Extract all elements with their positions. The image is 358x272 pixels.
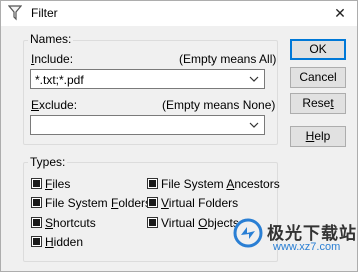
names-group-legend: Names:	[28, 32, 74, 46]
hidden-checkbox[interactable]	[31, 236, 42, 247]
shortcuts-checkbox[interactable]	[31, 217, 42, 228]
watermark-url: www.xz7.com	[273, 241, 341, 253]
chevron-down-icon[interactable]	[248, 119, 260, 131]
file-system-ancestors-label[interactable]: File System Ancestors	[161, 177, 280, 191]
file-system-folders-checkbox[interactable]	[31, 197, 42, 208]
file-system-ancestors-checkbox[interactable]	[147, 178, 158, 189]
watermark-logo-icon	[233, 218, 263, 248]
reset-button[interactable]: Reset	[290, 93, 346, 114]
exclude-combobox[interactable]	[30, 115, 265, 135]
file-system-folders-label[interactable]: File System Folders	[45, 196, 151, 210]
virtual-folders-label[interactable]: Virtual Folders	[161, 196, 238, 210]
ok-button[interactable]: OK	[290, 39, 346, 60]
include-combobox[interactable]: *.txt;*.pdf	[30, 69, 265, 89]
filter-dialog: Filter ✕ Names: Include: (Empty means Al…	[0, 0, 358, 272]
include-label: Include:	[31, 52, 74, 66]
virtual-folders-checkbox[interactable]	[147, 197, 158, 208]
title-bar[interactable]: Filter ✕	[1, 1, 357, 26]
virtual-objects-checkbox[interactable]	[147, 217, 158, 228]
exclude-hint: (Empty means None)	[162, 98, 276, 112]
virtual-objects-label[interactable]: Virtual Objects	[161, 216, 239, 230]
window-title: Filter	[31, 6, 58, 20]
include-value[interactable]: *.txt;*.pdf	[35, 73, 84, 87]
exclude-label: Exclude:	[31, 98, 78, 112]
files-label[interactable]: Files	[45, 177, 70, 191]
funnel-icon	[8, 5, 22, 21]
shortcuts-label[interactable]: Shortcuts	[45, 216, 96, 230]
chevron-down-icon[interactable]	[248, 73, 260, 85]
include-hint: (Empty means All)	[179, 52, 277, 66]
hidden-label[interactable]: Hidden	[45, 235, 83, 249]
help-button[interactable]: Help	[290, 126, 346, 147]
types-group-legend: Types:	[28, 155, 68, 169]
cancel-button[interactable]: Cancel	[290, 67, 346, 88]
close-button[interactable]: ✕	[331, 4, 349, 22]
files-checkbox[interactable]	[31, 178, 42, 189]
